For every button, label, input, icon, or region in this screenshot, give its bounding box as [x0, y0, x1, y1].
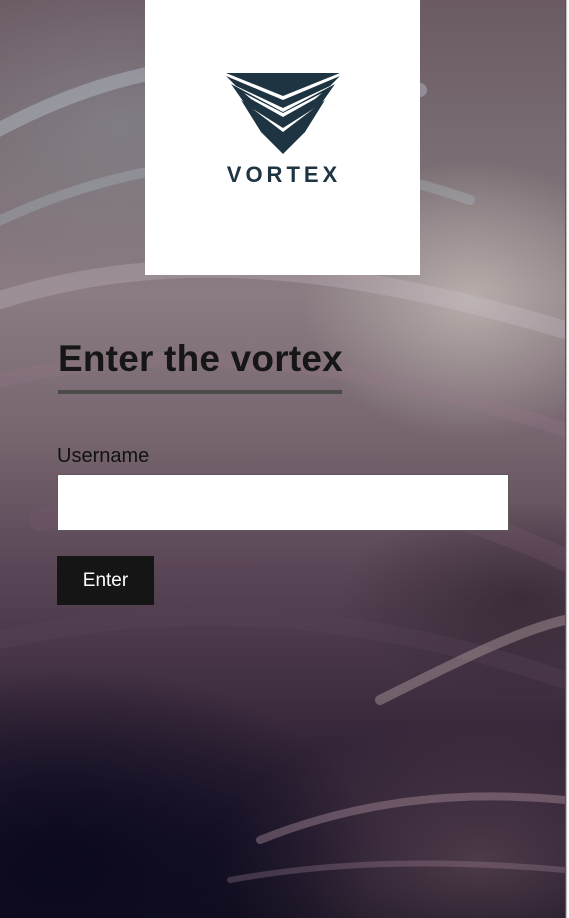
username-input[interactable]	[57, 474, 509, 531]
logo-wordmark: VORTEX	[226, 162, 342, 187]
enter-button[interactable]: Enter	[57, 556, 154, 605]
window-edge	[565, 0, 569, 918]
page-title: Enter the vortex	[58, 338, 343, 379]
username-label: Username	[57, 445, 150, 467]
title-underline	[58, 390, 342, 394]
vortex-chevron-logo-icon	[226, 73, 340, 154]
logo-panel: VORTEX	[145, 0, 420, 275]
